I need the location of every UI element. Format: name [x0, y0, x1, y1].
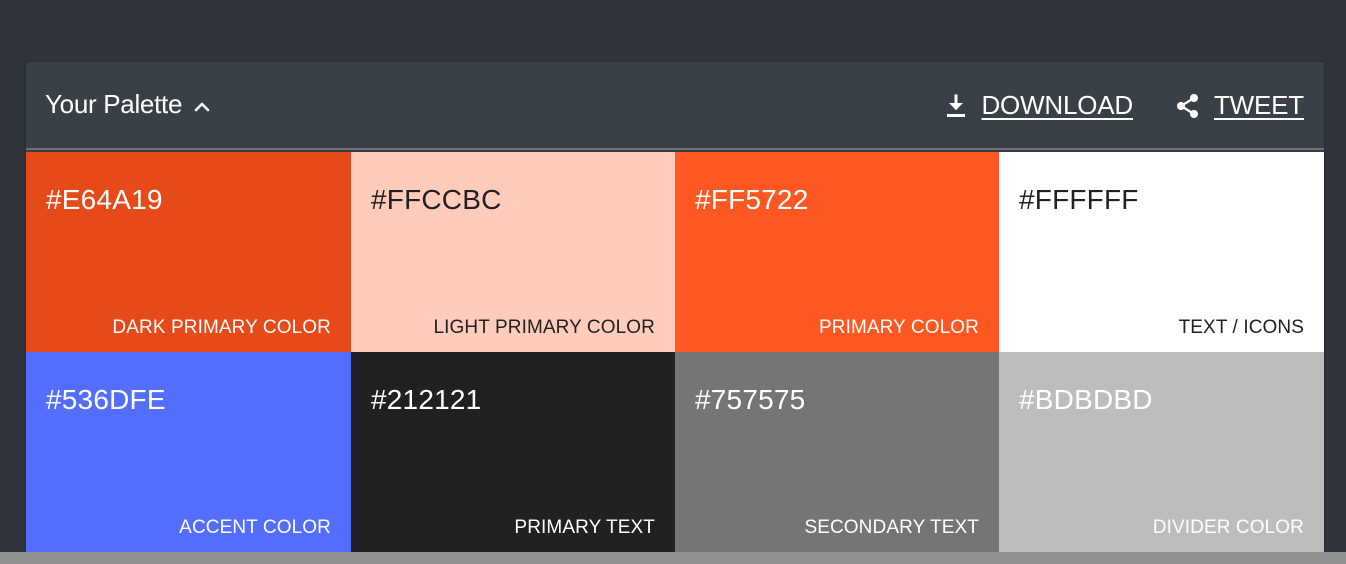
swatch-hex: #757575 — [695, 384, 806, 415]
palette-grid: #E64A19 DARK PRIMARY COLOR #FFCCBC LIGHT… — [26, 152, 1324, 552]
swatch-hex: #536DFE — [46, 384, 166, 415]
swatch-hex: #FF5722 — [695, 184, 809, 215]
chevron-up-icon — [194, 102, 210, 111]
page-background: Your Palette DOWNLOAD TWEET #E64A19 DARK… — [0, 0, 1346, 564]
swatch-role: ACCENT COLOR — [179, 517, 331, 538]
palette-title: Your Palette — [45, 89, 183, 119]
swatch-role: DARK PRIMARY COLOR — [112, 317, 331, 338]
tweet-label: TWEET — [1214, 90, 1304, 120]
share-icon — [1175, 92, 1201, 120]
swatch-role: LIGHT PRIMARY COLOR — [433, 317, 655, 338]
swatch-role: PRIMARY TEXT — [514, 517, 655, 538]
swatch-dark-primary[interactable]: #E64A19 DARK PRIMARY COLOR — [26, 152, 351, 352]
tweet-button[interactable]: TWEET — [1175, 90, 1304, 121]
swatch-divider[interactable]: #BDBDBD DIVIDER COLOR — [999, 352, 1324, 552]
swatch-light-primary[interactable]: #FFCCBC LIGHT PRIMARY COLOR — [351, 152, 675, 352]
download-label: DOWNLOAD — [981, 90, 1133, 120]
bottom-bar — [0, 552, 1346, 564]
header-actions: DOWNLOAD TWEET — [944, 90, 1304, 121]
palette-title-toggle[interactable]: Your Palette — [45, 89, 210, 120]
palette-panel: Your Palette DOWNLOAD TWEET #E64A19 DARK… — [26, 62, 1324, 552]
swatch-primary[interactable]: #FF5722 PRIMARY COLOR — [675, 152, 999, 352]
swatch-secondary-text[interactable]: #757575 SECONDARY TEXT — [675, 352, 999, 552]
download-button[interactable]: DOWNLOAD — [944, 90, 1133, 121]
swatch-hex: #E64A19 — [46, 184, 163, 215]
swatch-accent[interactable]: #536DFE ACCENT COLOR — [26, 352, 351, 552]
swatch-hex: #FFCCBC — [371, 184, 502, 215]
swatch-text-icons[interactable]: #FFFFFF TEXT / ICONS — [999, 152, 1324, 352]
swatch-hex: #212121 — [371, 384, 482, 415]
palette-header: Your Palette DOWNLOAD TWEET — [26, 62, 1324, 150]
swatch-role: TEXT / ICONS — [1178, 317, 1304, 338]
swatch-primary-text[interactable]: #212121 PRIMARY TEXT — [351, 352, 675, 552]
download-icon — [944, 93, 968, 119]
swatch-hex: #BDBDBD — [1019, 384, 1153, 415]
swatch-role: PRIMARY COLOR — [818, 317, 979, 338]
swatch-hex: #FFFFFF — [1019, 184, 1139, 215]
swatch-role: SECONDARY TEXT — [804, 517, 979, 538]
swatch-role: DIVIDER COLOR — [1152, 517, 1304, 538]
